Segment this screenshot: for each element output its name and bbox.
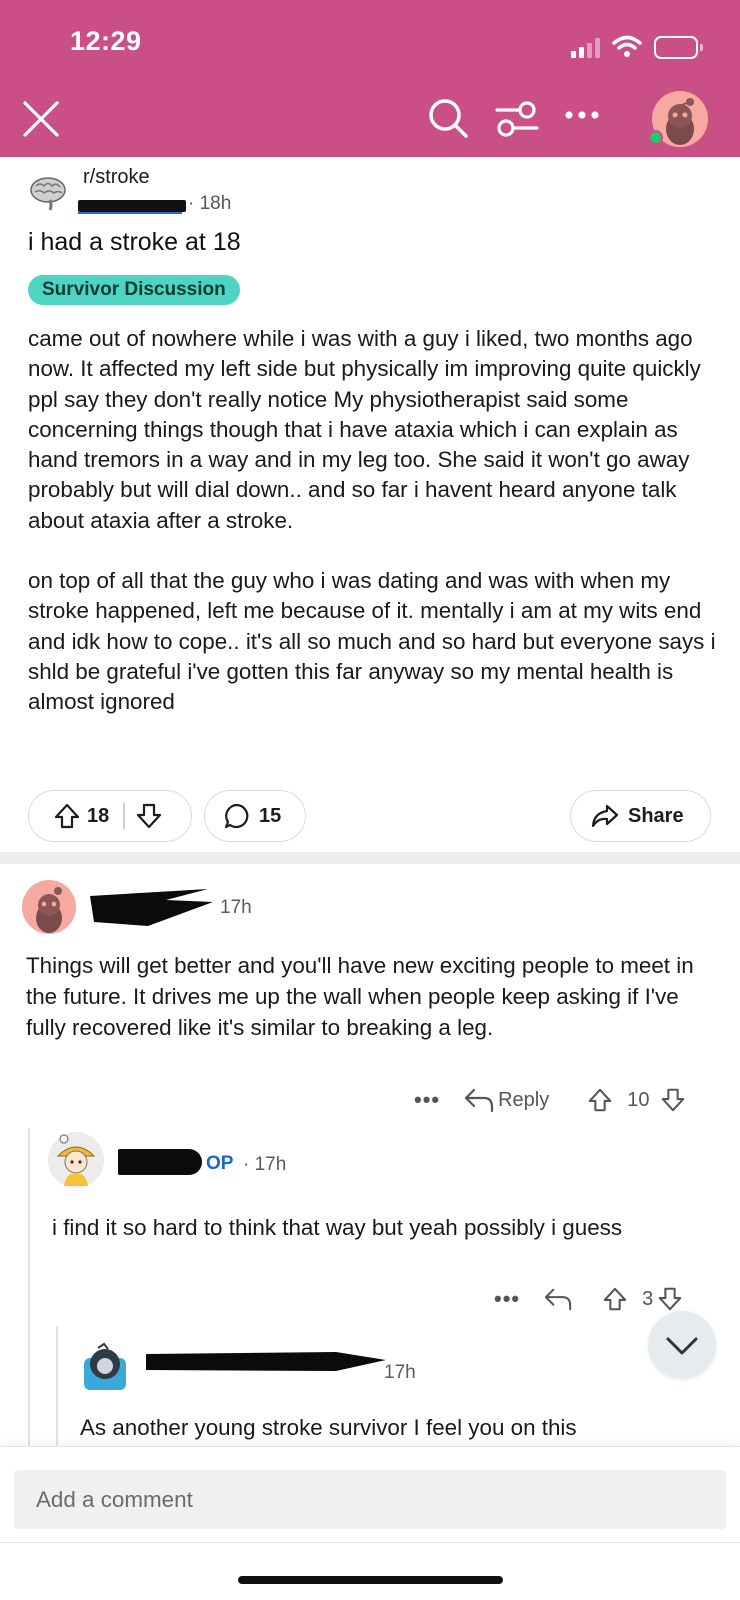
comment-count: 15	[259, 804, 282, 827]
comment-body: Things will get better and you'll have n…	[26, 953, 694, 1040]
status-time: 12:29	[70, 26, 142, 56]
redacted-author-name	[78, 200, 186, 212]
post-upvote-count: 18	[87, 804, 110, 827]
post-age: · 18h	[188, 193, 232, 214]
comment-more-button[interactable]: •••	[494, 1286, 520, 1312]
comment-vote-count: 3	[642, 1287, 654, 1310]
share-button[interactable]: Share	[570, 790, 711, 842]
op-avatar[interactable]	[48, 1132, 104, 1188]
upvote-icon[interactable]	[53, 802, 81, 830]
thread-line	[28, 1128, 30, 1446]
comment-age: · 17h	[243, 1154, 287, 1175]
redacted-username	[90, 889, 213, 926]
comment-more-button[interactable]: •••	[414, 1087, 440, 1113]
share-label: Share	[628, 804, 684, 827]
close-icon[interactable]	[22, 100, 60, 138]
post-paragraph: on top of all that the guy who i was dat…	[28, 568, 716, 715]
post-title: i had a stroke at 18	[28, 228, 241, 256]
comment-actions: ••• Reply 10	[414, 1082, 686, 1118]
redacted-username	[146, 1352, 386, 1371]
comment-age: 17h	[384, 1362, 416, 1383]
vote-divider	[123, 803, 125, 829]
op-badge: OP	[206, 1153, 234, 1174]
app-header: 12:29	[0, 0, 740, 157]
section-divider	[0, 852, 740, 864]
post-vote-bar: 18	[28, 790, 192, 842]
reply-icon[interactable]	[544, 1286, 572, 1312]
add-comment-input[interactable]	[14, 1470, 726, 1529]
subreddit-name[interactable]: r/stroke	[83, 166, 150, 189]
comments-button[interactable]: 15	[204, 790, 306, 842]
upvote-icon[interactable]	[602, 1286, 628, 1312]
snoo-avatar-icon	[84, 1342, 126, 1390]
collapse-thread-button[interactable]	[648, 1311, 716, 1379]
more-options-icon[interactable]	[564, 108, 600, 122]
wifi-icon	[612, 35, 642, 57]
composer-divider	[0, 1542, 740, 1543]
brain-icon[interactable]	[28, 172, 68, 212]
redaction-underline	[78, 212, 182, 214]
commenter-avatar[interactable]	[22, 880, 76, 934]
redacted-username	[118, 1149, 202, 1175]
share-arrow-icon	[591, 804, 619, 828]
comment-bubble-icon	[224, 803, 249, 829]
comment-body: i find it so hard to think that way but …	[52, 1215, 623, 1240]
commenter-avatar[interactable]	[78, 1340, 132, 1394]
comment-body: As another young stroke survivor I feel …	[80, 1415, 577, 1440]
comment-vote-count: 10	[627, 1088, 650, 1111]
downvote-icon[interactable]	[660, 1087, 686, 1113]
sort-filter-icon[interactable]	[494, 96, 540, 140]
search-icon[interactable]	[426, 96, 470, 140]
post-body: came out of nowhere while i was with a g…	[28, 324, 718, 748]
cellular-signal-icon	[571, 36, 600, 58]
upvote-icon[interactable]	[587, 1087, 613, 1113]
reply-label[interactable]: Reply	[498, 1089, 549, 1112]
comment-age: 17h	[220, 897, 252, 918]
battery-icon	[654, 36, 703, 59]
post-paragraph: came out of nowhere while i was with a g…	[28, 326, 701, 533]
online-status-dot	[648, 130, 663, 145]
chevron-down-icon	[666, 1337, 698, 1355]
thread-line	[56, 1326, 58, 1446]
downvote-icon[interactable]	[657, 1286, 683, 1312]
post-age-value: 18h	[199, 193, 232, 214]
downvote-icon[interactable]	[135, 802, 163, 830]
status-icons	[571, 28, 703, 59]
home-indicator[interactable]	[238, 1576, 503, 1584]
snoo-avatar-icon	[56, 1134, 96, 1186]
post-flair[interactable]: Survivor Discussion	[28, 275, 240, 305]
reply-icon[interactable]	[464, 1087, 494, 1113]
snoo-avatar-icon	[36, 887, 62, 933]
